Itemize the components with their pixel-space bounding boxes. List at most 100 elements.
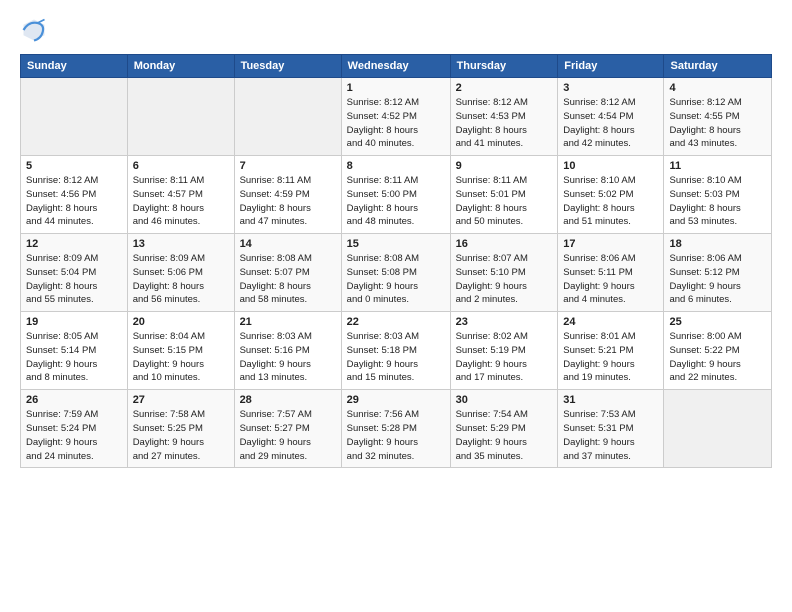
col-header-tuesday: Tuesday [234,55,341,78]
calendar-cell: 8 Sunrise: 8:11 AM Sunset: 5:00 PM Daylig… [341,156,450,234]
logo-icon [20,16,48,44]
calendar-cell: 9 Sunrise: 8:11 AM Sunset: 5:01 PM Daylig… [450,156,558,234]
calendar-cell [127,78,234,156]
calendar-cell: 25 Sunrise: 8:00 AM Sunset: 5:22 PM Dayli… [664,312,772,390]
calendar-cell: 13Sunrise: 8:09 AM Sunset: 5:06 PM Dayli… [127,234,234,312]
day-info: Sunrise: 8:11 AM Sunset: 5:00 PM Dayligh… [347,174,445,229]
calendar-cell: 21 Sunrise: 8:03 AM Sunset: 5:16 PM Dayli… [234,312,341,390]
calendar-cell: 12 Sunrise: 8:09 AM Sunset: 5:04 PM Dayli… [21,234,128,312]
day-number: 27 [133,394,229,406]
calendar-cell: 23 Sunrise: 8:02 AM Sunset: 5:19 PM Dayli… [450,312,558,390]
week-row-1: 5Sunrise: 8:12 AM Sunset: 4:56 PM Daylig… [21,156,772,234]
day-number: 2 [456,82,553,94]
day-number: 3 [563,82,658,94]
day-number: 29 [347,394,445,406]
day-info: Sunrise: 8:06 AM Sunset: 5:11 PM Dayligh… [563,252,658,307]
calendar-cell: 26 Sunrise: 7:59 AM Sunset: 5:24 PM Dayli… [21,390,128,468]
day-number: 11 [669,160,766,172]
day-number: 26 [26,394,122,406]
week-row-4: 26 Sunrise: 7:59 AM Sunset: 5:24 PM Dayli… [21,390,772,468]
day-info: Sunrise: 8:08 AM Sunset: 5:07 PM Dayligh… [240,252,336,307]
day-number: 12 [26,238,122,250]
calendar-cell: 20 Sunrise: 8:04 AM Sunset: 5:15 PM Dayli… [127,312,234,390]
day-info: Sunrise: 8:06 AM Sunset: 5:12 PM Dayligh… [669,252,766,307]
calendar-cell: 19 Sunrise: 8:05 AM Sunset: 5:14 PM Dayli… [21,312,128,390]
logo [20,16,52,44]
day-number: 25 [669,316,766,328]
calendar-cell: 16 Sunrise: 8:07 AM Sunset: 5:10 PM Dayli… [450,234,558,312]
col-header-sunday: Sunday [21,55,128,78]
day-info: Sunrise: 8:04 AM Sunset: 5:15 PM Dayligh… [133,330,229,385]
day-info: Sunrise: 8:10 AM Sunset: 5:02 PM Dayligh… [563,174,658,229]
day-info: Sunrise: 8:09 AM Sunset: 5:04 PM Dayligh… [26,252,122,307]
day-info: Sunrise: 8:11 AM Sunset: 5:01 PM Dayligh… [456,174,553,229]
calendar-cell: 30Sunrise: 7:54 AM Sunset: 5:29 PM Dayli… [450,390,558,468]
day-number: 18 [669,238,766,250]
day-info: Sunrise: 8:03 AM Sunset: 5:18 PM Dayligh… [347,330,445,385]
day-number: 6 [133,160,229,172]
calendar-cell: 17 Sunrise: 8:06 AM Sunset: 5:11 PM Dayli… [558,234,664,312]
calendar-cell: 29 Sunrise: 7:56 AM Sunset: 5:28 PM Dayli… [341,390,450,468]
day-number: 10 [563,160,658,172]
day-info: Sunrise: 8:12 AM Sunset: 4:54 PM Dayligh… [563,96,658,151]
day-info: Sunrise: 7:59 AM Sunset: 5:24 PM Dayligh… [26,408,122,463]
calendar-header-row: SundayMondayTuesdayWednesdayThursdayFrid… [21,55,772,78]
calendar-cell: 3 Sunrise: 8:12 AM Sunset: 4:54 PM Daylig… [558,78,664,156]
day-number: 28 [240,394,336,406]
calendar-cell: 1 Sunrise: 8:12 AM Sunset: 4:52 PM Daylig… [341,78,450,156]
day-number: 23 [456,316,553,328]
day-number: 16 [456,238,553,250]
col-header-saturday: Saturday [664,55,772,78]
day-info: Sunrise: 8:02 AM Sunset: 5:19 PM Dayligh… [456,330,553,385]
calendar-cell: 18 Sunrise: 8:06 AM Sunset: 5:12 PM Dayli… [664,234,772,312]
calendar-cell: 27 Sunrise: 7:58 AM Sunset: 5:25 PM Dayli… [127,390,234,468]
day-number: 17 [563,238,658,250]
day-info: Sunrise: 8:12 AM Sunset: 4:55 PM Dayligh… [669,96,766,151]
calendar-cell: 6 Sunrise: 8:11 AM Sunset: 4:57 PM Daylig… [127,156,234,234]
calendar-cell: 7 Sunrise: 8:11 AM Sunset: 4:59 PM Daylig… [234,156,341,234]
day-number: 14 [240,238,336,250]
day-number: 7 [240,160,336,172]
calendar-cell: 15Sunrise: 8:08 AM Sunset: 5:08 PM Dayli… [341,234,450,312]
day-info: Sunrise: 7:58 AM Sunset: 5:25 PM Dayligh… [133,408,229,463]
day-number: 21 [240,316,336,328]
col-header-thursday: Thursday [450,55,558,78]
calendar-cell: 2Sunrise: 8:12 AM Sunset: 4:53 PM Daylig… [450,78,558,156]
day-info: Sunrise: 7:57 AM Sunset: 5:27 PM Dayligh… [240,408,336,463]
day-info: Sunrise: 8:07 AM Sunset: 5:10 PM Dayligh… [456,252,553,307]
day-number: 31 [563,394,658,406]
calendar-cell: 4 Sunrise: 8:12 AM Sunset: 4:55 PM Daylig… [664,78,772,156]
calendar-cell [21,78,128,156]
week-row-2: 12 Sunrise: 8:09 AM Sunset: 5:04 PM Dayli… [21,234,772,312]
day-number: 19 [26,316,122,328]
day-info: Sunrise: 8:11 AM Sunset: 4:57 PM Dayligh… [133,174,229,229]
calendar-cell: 5Sunrise: 8:12 AM Sunset: 4:56 PM Daylig… [21,156,128,234]
col-header-monday: Monday [127,55,234,78]
day-info: Sunrise: 8:01 AM Sunset: 5:21 PM Dayligh… [563,330,658,385]
day-number: 24 [563,316,658,328]
day-info: Sunrise: 8:11 AM Sunset: 4:59 PM Dayligh… [240,174,336,229]
col-header-friday: Friday [558,55,664,78]
day-number: 15 [347,238,445,250]
day-number: 22 [347,316,445,328]
day-number: 9 [456,160,553,172]
calendar-cell: 22 Sunrise: 8:03 AM Sunset: 5:18 PM Dayli… [341,312,450,390]
day-info: Sunrise: 8:05 AM Sunset: 5:14 PM Dayligh… [26,330,122,385]
week-row-0: 1 Sunrise: 8:12 AM Sunset: 4:52 PM Daylig… [21,78,772,156]
day-info: Sunrise: 7:56 AM Sunset: 5:28 PM Dayligh… [347,408,445,463]
week-row-3: 19 Sunrise: 8:05 AM Sunset: 5:14 PM Dayli… [21,312,772,390]
calendar-cell: 24 Sunrise: 8:01 AM Sunset: 5:21 PM Dayli… [558,312,664,390]
day-info: Sunrise: 8:03 AM Sunset: 5:16 PM Dayligh… [240,330,336,385]
day-number: 1 [347,82,445,94]
calendar-cell: 10 Sunrise: 8:10 AM Sunset: 5:02 PM Dayli… [558,156,664,234]
day-info: Sunrise: 8:12 AM Sunset: 4:56 PM Dayligh… [26,174,122,229]
day-info: Sunrise: 8:00 AM Sunset: 5:22 PM Dayligh… [669,330,766,385]
col-header-wednesday: Wednesday [341,55,450,78]
calendar-table: SundayMondayTuesdayWednesdayThursdayFrid… [20,54,772,468]
day-number: 20 [133,316,229,328]
day-number: 4 [669,82,766,94]
calendar-cell [664,390,772,468]
day-info: Sunrise: 7:54 AM Sunset: 5:29 PM Dayligh… [456,408,553,463]
day-info: Sunrise: 8:12 AM Sunset: 4:52 PM Dayligh… [347,96,445,151]
day-number: 8 [347,160,445,172]
